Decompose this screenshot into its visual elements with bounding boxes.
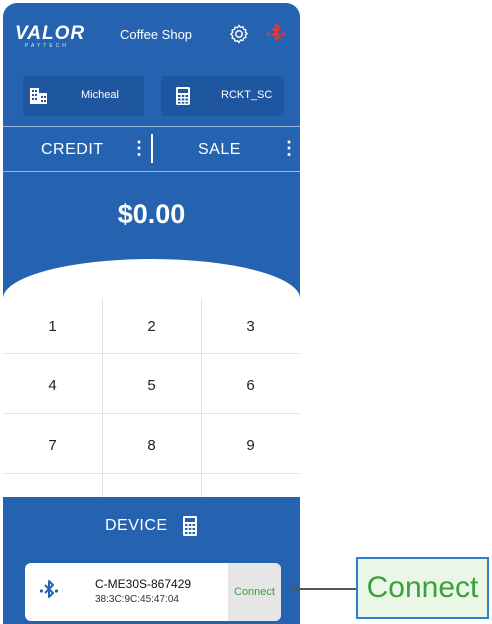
- device-section-label: DEVICE: [105, 517, 168, 534]
- bluetooth-icon: [39, 580, 59, 598]
- key-2[interactable]: 2: [102, 297, 201, 355]
- logo-subtitle: PAYTECH: [25, 43, 69, 49]
- key-6[interactable]: 6: [201, 356, 300, 414]
- app-screen: VALOR PAYTECH Coffee Shop Micheal RCKT_S…: [3, 3, 300, 624]
- keypad: 1 2 3 4 5 6 7 8 9 DEL 0: [3, 259, 300, 497]
- connect-button[interactable]: Connect: [228, 563, 281, 621]
- device-name: C-ME30S-867429: [95, 577, 192, 591]
- divider: [3, 126, 300, 127]
- shop-name: Coffee Shop: [120, 27, 193, 42]
- key-blank[interactable]: [201, 476, 300, 497]
- key-delete[interactable]: DEL: [3, 476, 102, 498]
- top-bar: VALOR PAYTECH Coffee Shop: [3, 3, 300, 65]
- device-list-item[interactable]: C-ME30S-867429 38:3C:9C:45:47:04 Connect: [25, 563, 281, 621]
- tab-credit[interactable]: CREDIT: [41, 141, 104, 159]
- key-4[interactable]: 4: [3, 356, 102, 414]
- merchant-name: Micheal: [81, 89, 119, 101]
- tab-sale[interactable]: SALE: [198, 141, 241, 159]
- tab-separator: [151, 134, 153, 163]
- credit-menu-icon[interactable]: ⋮: [130, 139, 148, 157]
- valor-logo: VALOR: [15, 23, 86, 44]
- merchant-card[interactable]: Micheal: [23, 76, 144, 116]
- key-1[interactable]: 1: [3, 297, 102, 355]
- terminal-icon: [176, 87, 190, 105]
- gear-icon[interactable]: [228, 23, 250, 45]
- bluetooth-disconnected-icon[interactable]: [266, 23, 286, 45]
- device-mac-address: 38:3C:9C:45:47:04: [95, 594, 179, 605]
- building-icon: [30, 88, 47, 104]
- key-7[interactable]: 7: [3, 416, 102, 474]
- key-3[interactable]: 3: [201, 297, 300, 355]
- terminal-card[interactable]: RCKT_SC: [161, 76, 284, 116]
- terminal-device-icon: [183, 516, 197, 536]
- divider: [3, 171, 300, 172]
- key-5[interactable]: 5: [102, 356, 201, 414]
- key-0[interactable]: 0: [102, 476, 201, 498]
- key-8[interactable]: 8: [102, 416, 201, 474]
- amount-display: $0.00: [117, 199, 186, 229]
- callout-leader-line: [289, 588, 356, 590]
- sale-menu-icon[interactable]: ⋮: [280, 139, 298, 157]
- connect-callout: Connect: [356, 557, 489, 619]
- key-9[interactable]: 9: [201, 416, 300, 474]
- terminal-name: RCKT_SC: [221, 89, 273, 101]
